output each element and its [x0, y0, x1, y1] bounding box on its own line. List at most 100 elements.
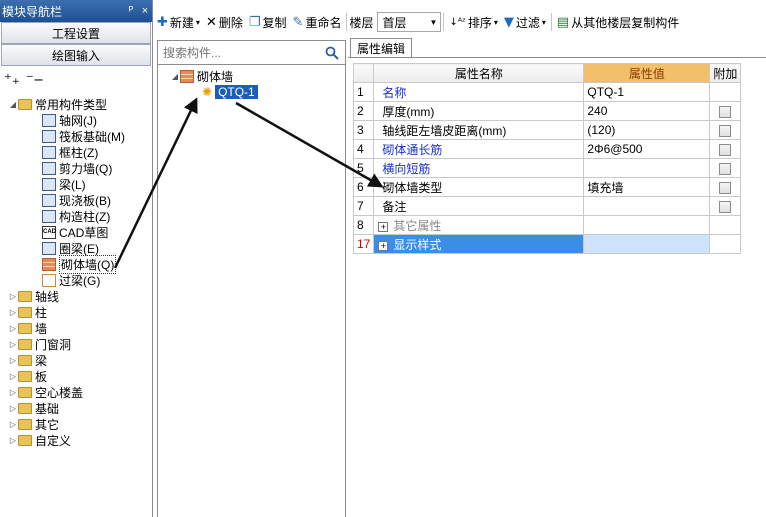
search-input[interactable]: [158, 41, 319, 64]
tree-item-cad-sketch[interactable]: CAD CAD草图: [0, 224, 152, 240]
expand-arrow-icon[interactable]: ▷: [8, 404, 18, 413]
filter-icon: ▼: [503, 14, 514, 30]
drawing-input-button[interactable]: 绘图输入: [1, 44, 151, 66]
tree-item-beam[interactable]: 梁(L): [0, 176, 152, 192]
pin-icon[interactable]: ᴾ: [124, 5, 138, 17]
tree-item-label: 剪力墙(Q): [59, 161, 113, 176]
tree-folder-label: 柱: [35, 305, 48, 320]
sort-icon: ↓ᴬᶻ: [449, 16, 466, 28]
tree-folder-axis[interactable]: ▷ 轴线: [0, 288, 152, 304]
search-bar: [158, 41, 345, 65]
module-navigation-pane: 模块导航栏 ᴾ × 工程设置 绘图输入 ⁺₊ ⁻‒ ◢ 常用构件类型 轴网(J)…: [0, 0, 153, 517]
sort-button[interactable]: ↓ᴬᶻ 排序 ▾: [446, 11, 500, 33]
expand-arrow-icon[interactable]: ▷: [8, 340, 18, 349]
tree-root-common[interactable]: ◢ 常用构件类型: [0, 96, 152, 112]
property-value-input[interactable]: [583, 196, 711, 216]
extra-cell: [709, 215, 742, 235]
expand-arrow-icon[interactable]: ▷: [8, 292, 18, 301]
search-icon[interactable]: [319, 42, 345, 64]
tree-folder-other[interactable]: ▷ 其它: [0, 416, 152, 432]
table-row-group-selected[interactable]: 17 + 显示样式: [352, 234, 742, 254]
tree-item-axis-grid[interactable]: 轴网(J): [0, 112, 152, 128]
copy-icon: ❐: [248, 14, 261, 30]
rename-button[interactable]: ✎ 重命名: [290, 11, 345, 33]
floor-select[interactable]: 首层 ▼: [377, 12, 442, 32]
component-item-qtq1[interactable]: ✺ QTQ-1: [158, 84, 345, 100]
expand-arrow-icon[interactable]: ▷: [8, 372, 18, 381]
tree-folder-column[interactable]: ▷ 柱: [0, 304, 152, 320]
tree-item-constructional-column[interactable]: 构造柱(Z): [0, 208, 152, 224]
property-value-input[interactable]: QTQ-1: [583, 82, 711, 102]
tree-folder-label: 空心楼盖: [35, 385, 84, 400]
expand-plus-icon[interactable]: +: [378, 240, 389, 251]
tree-item-shear-wall[interactable]: 剪力墙(Q): [0, 160, 152, 176]
table-row[interactable]: 7 备注: [352, 196, 742, 216]
tree-folder-label: 墙: [35, 321, 48, 336]
delete-button[interactable]: ✕ 删除: [203, 11, 246, 33]
extra-checkbox[interactable]: [719, 162, 732, 175]
table-row[interactable]: 6 砌体墙类型 填充墙: [352, 177, 742, 197]
tree-folder-slab[interactable]: ▷ 板: [0, 368, 152, 384]
tree-item-lintel[interactable]: 过梁(G): [0, 272, 152, 288]
property-value-input[interactable]: [583, 158, 711, 178]
header-num: [352, 63, 375, 83]
close-icon[interactable]: ×: [138, 5, 152, 17]
property-value-input[interactable]: 2Φ6@500: [583, 139, 711, 159]
tree-folder-label: 基础: [35, 401, 60, 416]
expand-arrow-icon[interactable]: ▷: [8, 324, 18, 333]
new-button[interactable]: ✚ 新建 ▾: [154, 11, 203, 33]
extra-checkbox[interactable]: [719, 105, 732, 118]
property-name: 横向短筋: [373, 158, 585, 178]
tree-folder-label: 轴线: [35, 289, 60, 304]
property-table: 属性名称 属性值 附加 1 名称 QTQ-1 2 厚度(mm) 240 3 轴线…: [352, 63, 742, 254]
tree-item-raft-foundation[interactable]: 筏板基础(M): [0, 128, 152, 144]
table-row-group[interactable]: 8 + 其它属性: [352, 215, 742, 235]
collapse-arrow-icon[interactable]: ◢: [170, 72, 180, 81]
tree-folder-foundation[interactable]: ▷ 基础: [0, 400, 152, 416]
brick-wall-icon: [42, 257, 56, 271]
component-group-masonry-wall[interactable]: ◢ 砌体墙: [158, 68, 345, 84]
extra-checkbox[interactable]: [719, 200, 732, 213]
copy-button[interactable]: ❐ 复制: [246, 11, 290, 33]
new-icon: ✚: [157, 14, 168, 30]
table-row[interactable]: 4 砌体通长筋 2Φ6@500: [352, 139, 742, 159]
tree-folder-custom[interactable]: ▷ 自定义: [0, 432, 152, 448]
expand-plus-icon[interactable]: +: [378, 221, 389, 232]
folder-open-icon: [18, 98, 32, 110]
expand-all-icon[interactable]: ⁺₊: [4, 70, 20, 88]
extra-checkbox[interactable]: [719, 181, 732, 194]
expand-arrow-icon[interactable]: ▷: [8, 436, 18, 445]
table-row[interactable]: 3 轴线距左墙皮距离(mm) (120): [352, 120, 742, 140]
expand-arrow-icon[interactable]: ▷: [8, 388, 18, 397]
component-toolbar: ✚ 新建 ▾ ✕ 删除 ❐ 复制 ✎ 重命名 楼层 首层 ▼ ↓ᴬᶻ 排序 ▾ ▼ 过滤 ▾ ▤ 从其…: [154, 9, 766, 35]
tree-folder-hollow-floor[interactable]: ▷ 空心楼盖: [0, 384, 152, 400]
header-extra: 附加: [709, 63, 742, 83]
tree-folder-wall[interactable]: ▷ 墙: [0, 320, 152, 336]
copy-from-floor-button[interactable]: ▤ 从其他楼层复制构件: [554, 11, 682, 33]
table-row[interactable]: 5 横向短筋: [352, 158, 742, 178]
project-settings-button[interactable]: 工程设置: [1, 22, 151, 44]
tree-item-cast-slab[interactable]: 现浇板(B): [0, 192, 152, 208]
table-row[interactable]: 2 厚度(mm) 240: [352, 101, 742, 121]
table-row[interactable]: 1 名称 QTQ-1: [352, 82, 742, 102]
filter-button[interactable]: ▼ 过滤 ▾: [501, 11, 549, 33]
tree-folder-door-window[interactable]: ▷ 门窗洞: [0, 336, 152, 352]
collapse-arrow-icon[interactable]: ◢: [8, 100, 18, 109]
property-value-input[interactable]: (120): [583, 120, 711, 140]
expand-arrow-icon[interactable]: ▷: [8, 420, 18, 429]
extra-checkbox[interactable]: [719, 124, 732, 137]
expand-arrow-icon[interactable]: ▷: [8, 308, 18, 317]
tab-property-edit[interactable]: 属性编辑: [350, 38, 413, 58]
expand-arrow-icon[interactable]: ▷: [8, 356, 18, 365]
property-value-input[interactable]: 填充墙: [583, 177, 711, 197]
collapse-all-icon[interactable]: ⁻‒: [26, 70, 43, 88]
property-value-input[interactable]: 240: [583, 101, 711, 121]
tree-folder-label: 梁: [35, 353, 48, 368]
property-editor-pane: 属性编辑 属性名称 属性值 附加 1 名称 QTQ-1 2 厚度(mm) 240…: [348, 38, 766, 517]
copy-from-floor-label: 从其他楼层复制构件: [571, 15, 680, 30]
tree-item-masonry-wall[interactable]: 砌体墙(Q): [0, 254, 152, 274]
tree-item-frame-column[interactable]: 框柱(Z): [0, 144, 152, 160]
tree-folder-beam[interactable]: ▷ 梁: [0, 352, 152, 368]
extra-checkbox[interactable]: [719, 143, 732, 156]
constructional-column-icon: [42, 209, 56, 223]
